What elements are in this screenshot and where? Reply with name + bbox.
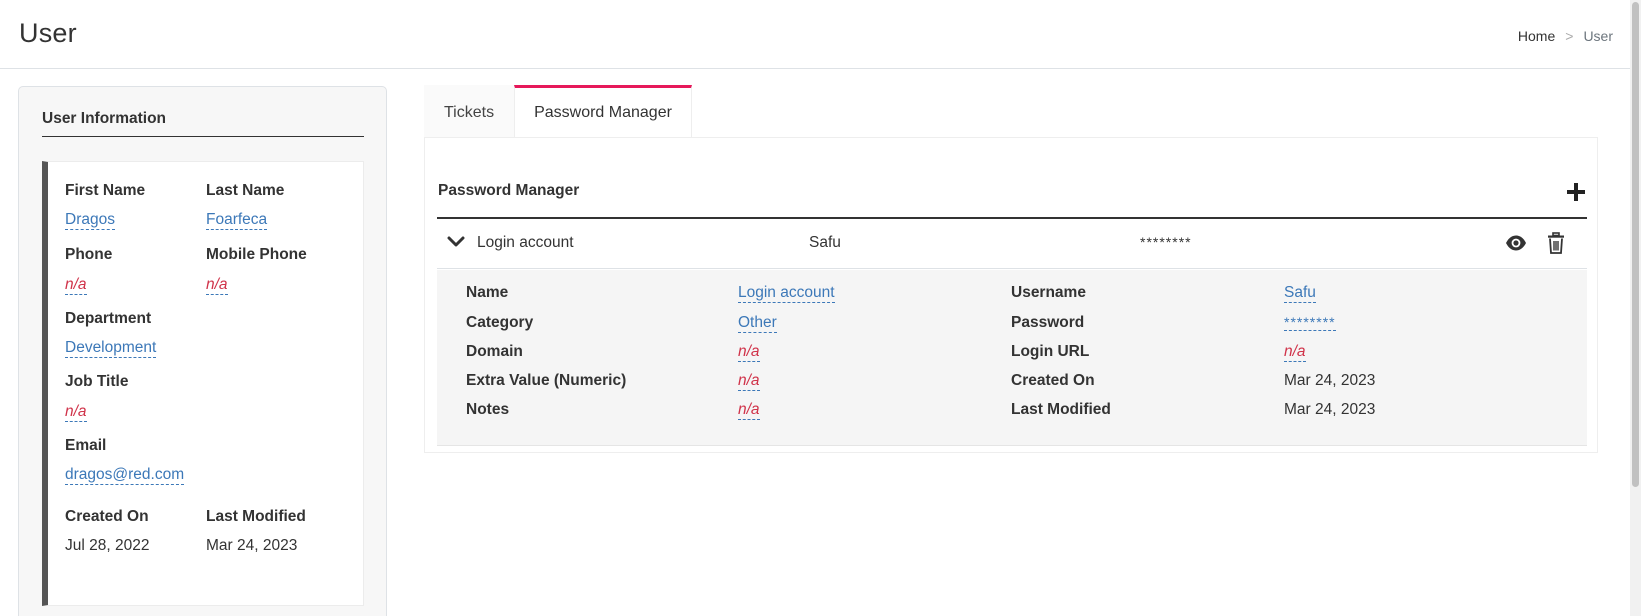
detail-username-label: Username [1011,284,1086,301]
tab-password-manager[interactable]: Password Manager [514,85,692,138]
detail-last-modified-label: Last Modified [1011,401,1111,418]
detail-name-value[interactable]: Login account [738,284,835,303]
detail-category-value[interactable]: Other [738,314,777,333]
last-name-value[interactable]: Foarfeca [206,211,268,230]
created-on-label: Created On [65,508,149,525]
tab-tickets[interactable]: Tickets [424,85,515,138]
detail-notes-value[interactable]: n/a [738,401,760,420]
scrollbar-thumb[interactable] [1632,2,1639,487]
password-entry-details: Name Login account Category Other Domain… [437,270,1587,446]
email-label: Email [65,437,107,454]
tab-bar: Tickets Password Manager [424,85,692,138]
detail-category-label: Category [466,314,534,331]
first-name-label: First Name [65,182,146,199]
last-modified-value: Mar 24, 2023 [206,537,298,554]
detail-extra-value-label: Extra Value (Numeric) [466,372,627,389]
page-header: User Home > User [0,0,1630,69]
job-title-label: Job Title [65,373,129,390]
detail-notes-label: Notes [466,401,510,418]
department-value[interactable]: Development [65,339,157,358]
user-information-card: User Information First Name Last Name Dr… [18,86,387,616]
breadcrumb-home-link[interactable]: Home [1518,28,1555,44]
detail-domain-value[interactable]: n/a [738,343,760,362]
detail-created-on-value: Mar 24, 2023 [1284,372,1376,389]
entry-name: Login account [477,234,574,251]
password-entry-row[interactable]: Login account Safu ******** [437,219,1587,269]
detail-login-url-value[interactable]: n/a [1284,343,1306,362]
detail-extra-value-value[interactable]: n/a [738,372,760,391]
breadcrumb: Home > User [1518,28,1613,44]
detail-last-modified-value: Mar 24, 2023 [1284,401,1376,418]
mobile-phone-value[interactable]: n/a [206,276,228,295]
department-label: Department [65,310,152,327]
breadcrumb-current: User [1583,28,1613,44]
detail-login-url-label: Login URL [1011,343,1090,360]
user-detail-tabs-area: Tickets Password Manager Password Manage… [424,85,1598,453]
chevron-down-icon[interactable] [447,235,465,249]
trash-icon[interactable] [1547,232,1565,254]
entry-password-masked: ******** [1140,234,1192,250]
password-manager-tab-content: Password Manager Login account Safu ****… [424,137,1598,453]
mobile-phone-label: Mobile Phone [206,246,307,263]
page-title: User [19,18,77,48]
phone-label: Phone [65,246,113,263]
user-information-panel: First Name Last Name Dragos Foarfeca Pho… [42,161,364,606]
detail-password-label: Password [1011,314,1085,331]
user-information-title: User Information [42,110,364,137]
detail-username-value[interactable]: Safu [1284,284,1316,303]
last-name-label: Last Name [206,182,285,199]
phone-value[interactable]: n/a [65,276,87,295]
detail-domain-label: Domain [466,343,523,360]
eye-icon[interactable] [1505,233,1527,253]
detail-password-value[interactable]: ******** [1284,314,1336,331]
detail-name-label: Name [466,284,509,301]
first-name-value[interactable]: Dragos [65,211,115,230]
page-scrollbar[interactable] [1630,0,1641,616]
job-title-value[interactable]: n/a [65,403,87,422]
email-value[interactable]: dragos@red.com [65,466,185,485]
password-manager-title: Password Manager [438,182,580,199]
detail-created-on-label: Created On [1011,372,1095,389]
created-on-value: Jul 28, 2022 [65,537,150,554]
breadcrumb-separator: > [1565,28,1574,44]
plus-icon[interactable] [1563,179,1587,203]
last-modified-label: Last Modified [206,508,306,525]
entry-username: Safu [809,234,841,251]
